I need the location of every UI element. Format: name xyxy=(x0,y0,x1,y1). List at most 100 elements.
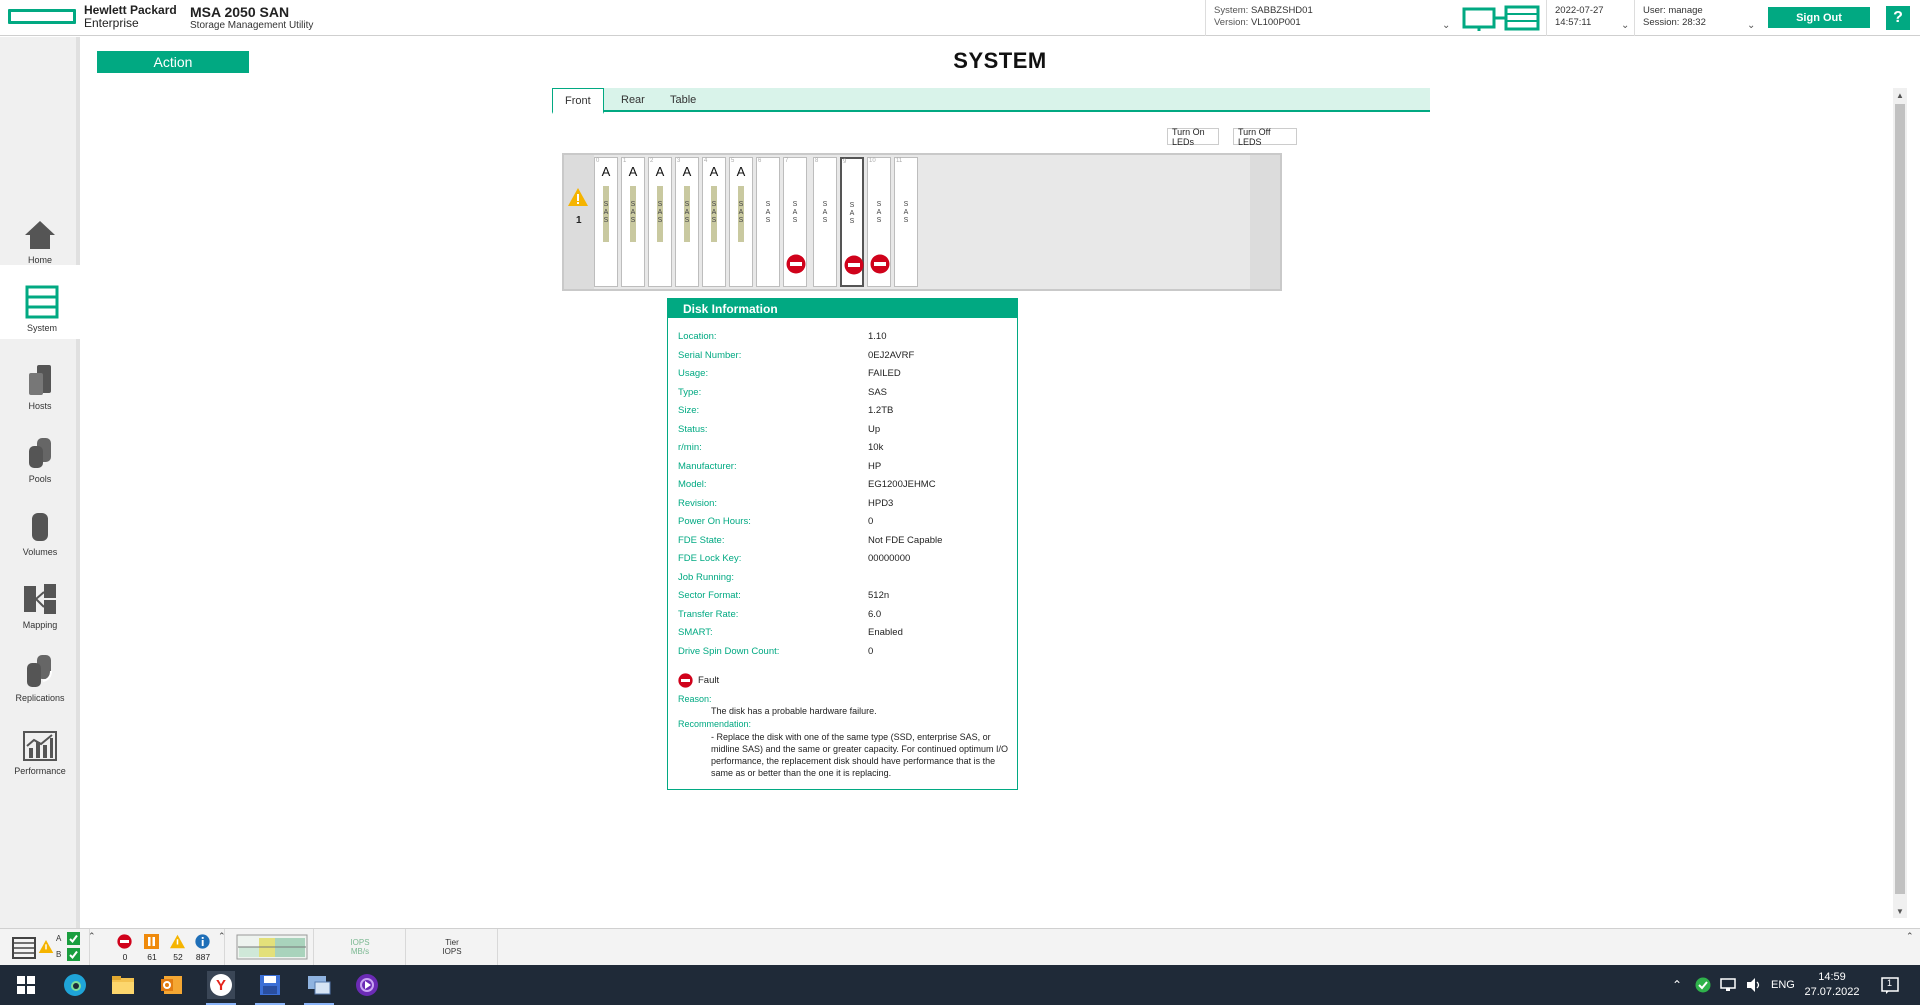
slot-index-6: 6 xyxy=(758,158,762,164)
action-button[interactable]: Action xyxy=(97,51,249,73)
slot-type-label: SAS xyxy=(684,201,690,224)
user-value: manage xyxy=(1668,5,1703,16)
nav-item-home[interactable]: Home xyxy=(0,199,80,271)
disk-slot-8[interactable]: 8 SAS xyxy=(813,157,837,287)
nav-item-performance[interactable]: Performance xyxy=(0,710,80,782)
user-info[interactable]: User: manage Session: 28:32 ⌄ xyxy=(1634,0,1766,36)
disk-slot-1[interactable]: 1 A SAS xyxy=(621,157,645,287)
tab-table[interactable]: Table xyxy=(658,88,708,112)
tab-front[interactable]: Front xyxy=(552,88,604,114)
vertical-scrollbar[interactable]: ▲ ▼ xyxy=(1893,88,1907,918)
chevron-up-icon[interactable]: ⌃ xyxy=(1906,931,1914,942)
disk-slot-7[interactable]: 7 SAS xyxy=(783,157,807,287)
iops-mbs-panel[interactable]: IOPS MB/s xyxy=(314,929,406,966)
remote-desktop-icon[interactable] xyxy=(305,971,333,999)
turn-on-leds-button[interactable]: Turn On LEDs xyxy=(1167,127,1219,147)
scroll-up-icon[interactable]: ▲ xyxy=(1893,88,1907,102)
info-key: Location: xyxy=(678,331,717,342)
mbs-label: MB/s xyxy=(350,947,370,956)
language-indicator[interactable]: ENG xyxy=(1771,965,1795,1005)
chevron-down-icon[interactable]: ⌄ xyxy=(1747,20,1755,32)
security-shield-icon[interactable] xyxy=(1695,977,1711,993)
system-info[interactable]: System: SABBZSHD01 Version: VL100P001 ⌄ xyxy=(1205,0,1455,36)
nav-item-volumes[interactable]: Volumes xyxy=(0,491,80,563)
info-row-rpm: r/min: 10k xyxy=(678,442,1008,456)
info-value: Enabled xyxy=(868,627,903,638)
event-counters[interactable]: 0 61 52 887 xyxy=(100,929,225,966)
nav-item-pools[interactable]: Pools xyxy=(0,418,80,490)
disk-slot-5[interactable]: 5 A SAS xyxy=(729,157,753,287)
nav-label-volumes: Volumes xyxy=(22,547,58,557)
chevron-up-icon[interactable]: ⌃ xyxy=(1672,965,1682,1005)
windows-start-icon[interactable] xyxy=(12,971,40,999)
nav-label-system: System xyxy=(26,323,57,333)
disk-slot-2[interactable]: 2 A SAS xyxy=(648,157,672,287)
info-row-size: Size: 1.2TB xyxy=(678,405,1008,419)
error-icon xyxy=(144,934,159,949)
disk-slot-6[interactable]: 6 SAS xyxy=(756,157,780,287)
check-icon xyxy=(67,948,80,961)
chevron-up-icon[interactable]: ⌃ xyxy=(218,931,226,942)
notification-center-icon[interactable]: 1 xyxy=(1880,975,1900,995)
nav-item-replications[interactable]: Replications xyxy=(0,637,80,709)
scroll-down-icon[interactable]: ▼ xyxy=(1893,904,1907,918)
taskbar-clock[interactable]: 14:59 27.07.2022 xyxy=(1796,970,1868,1000)
chevron-down-icon[interactable]: ⌄ xyxy=(1442,20,1450,32)
user-label: User: xyxy=(1643,5,1666,16)
tab-rear[interactable]: Rear xyxy=(609,88,657,112)
slot-index-8: 8 xyxy=(815,158,819,164)
save-app-icon[interactable] xyxy=(256,971,284,999)
disk-slot-3[interactable]: 3 A SAS xyxy=(675,157,699,287)
error-count: 61 xyxy=(147,952,157,962)
chevron-up-icon[interactable]: ⌃ xyxy=(88,931,96,942)
fault-icon xyxy=(844,255,864,275)
controller-status[interactable]: A B xyxy=(0,929,90,966)
slot-type-label: SAS xyxy=(876,201,882,224)
sign-out-button[interactable]: Sign Out xyxy=(1768,7,1870,28)
scroll-thumb[interactable] xyxy=(1895,104,1905,894)
file-explorer-icon[interactable] xyxy=(109,971,137,999)
enclosure-left-ear: 1 xyxy=(564,155,594,289)
info-row-fde-lock-key: FDE Lock Key: 00000000 xyxy=(678,553,1008,567)
info-value: HP xyxy=(868,460,882,472)
network-icon[interactable] xyxy=(1719,977,1737,993)
speaker-icon[interactable] xyxy=(1745,977,1763,993)
turn-off-leds-button[interactable]: Turn Off LEDS xyxy=(1233,127,1297,147)
info-row-model: Model: EG1200JEHMC xyxy=(678,479,1008,493)
slot-type-label: SAS xyxy=(903,201,909,224)
help-button[interactable]: ? xyxy=(1886,6,1910,30)
nav-item-hosts[interactable]: Hosts xyxy=(0,345,80,417)
slot-pool-label: A xyxy=(709,164,719,179)
time-value: 14:57:11 xyxy=(1555,17,1592,28)
disk-slot-9-selected[interactable]: 9 SAS xyxy=(840,157,864,287)
yandex-browser-icon[interactable]: Y xyxy=(207,971,235,999)
disk-slot-10[interactable]: 10 SAS xyxy=(867,157,891,287)
disk-slot-11[interactable]: 11 SAS xyxy=(894,157,918,287)
nav-item-mapping[interactable]: Mapping xyxy=(0,564,80,636)
outlook-icon[interactable] xyxy=(158,971,186,999)
disk-slot-0[interactable]: 0 A SAS xyxy=(594,157,618,287)
chevron-down-icon[interactable]: ⌄ xyxy=(1621,20,1629,32)
check-icon xyxy=(67,932,80,945)
system-status-icon[interactable] xyxy=(1462,4,1542,32)
info-key: Status: xyxy=(678,423,708,435)
slot-pool-label: A xyxy=(655,164,665,179)
home-icon xyxy=(25,221,55,249)
capacity-mini-chart[interactable] xyxy=(232,929,314,966)
disk-slot-4[interactable]: 4 A SAS xyxy=(702,157,726,287)
fault-icon xyxy=(786,254,806,274)
slot-index-10: 10 xyxy=(869,158,876,164)
controller-a-label: A xyxy=(56,934,62,943)
tier-iops-panel[interactable]: Tier IOPS xyxy=(406,929,498,966)
media-player-icon[interactable] xyxy=(353,971,381,999)
slot-type-label: SAS xyxy=(711,201,717,224)
edge-browser-icon[interactable] xyxy=(61,971,89,999)
nav-item-system[interactable]: System xyxy=(0,265,84,339)
info-key: Revision: xyxy=(678,497,718,509)
warning-icon[interactable] xyxy=(567,187,589,207)
tier-iops-label: IOPS xyxy=(442,947,462,956)
date-value: 2022-07-27 xyxy=(1555,5,1604,16)
slot-type-label: SAS xyxy=(603,201,609,224)
info-value: 0EJ2AVRF xyxy=(868,349,915,361)
nav-label-hosts: Hosts xyxy=(28,401,52,411)
